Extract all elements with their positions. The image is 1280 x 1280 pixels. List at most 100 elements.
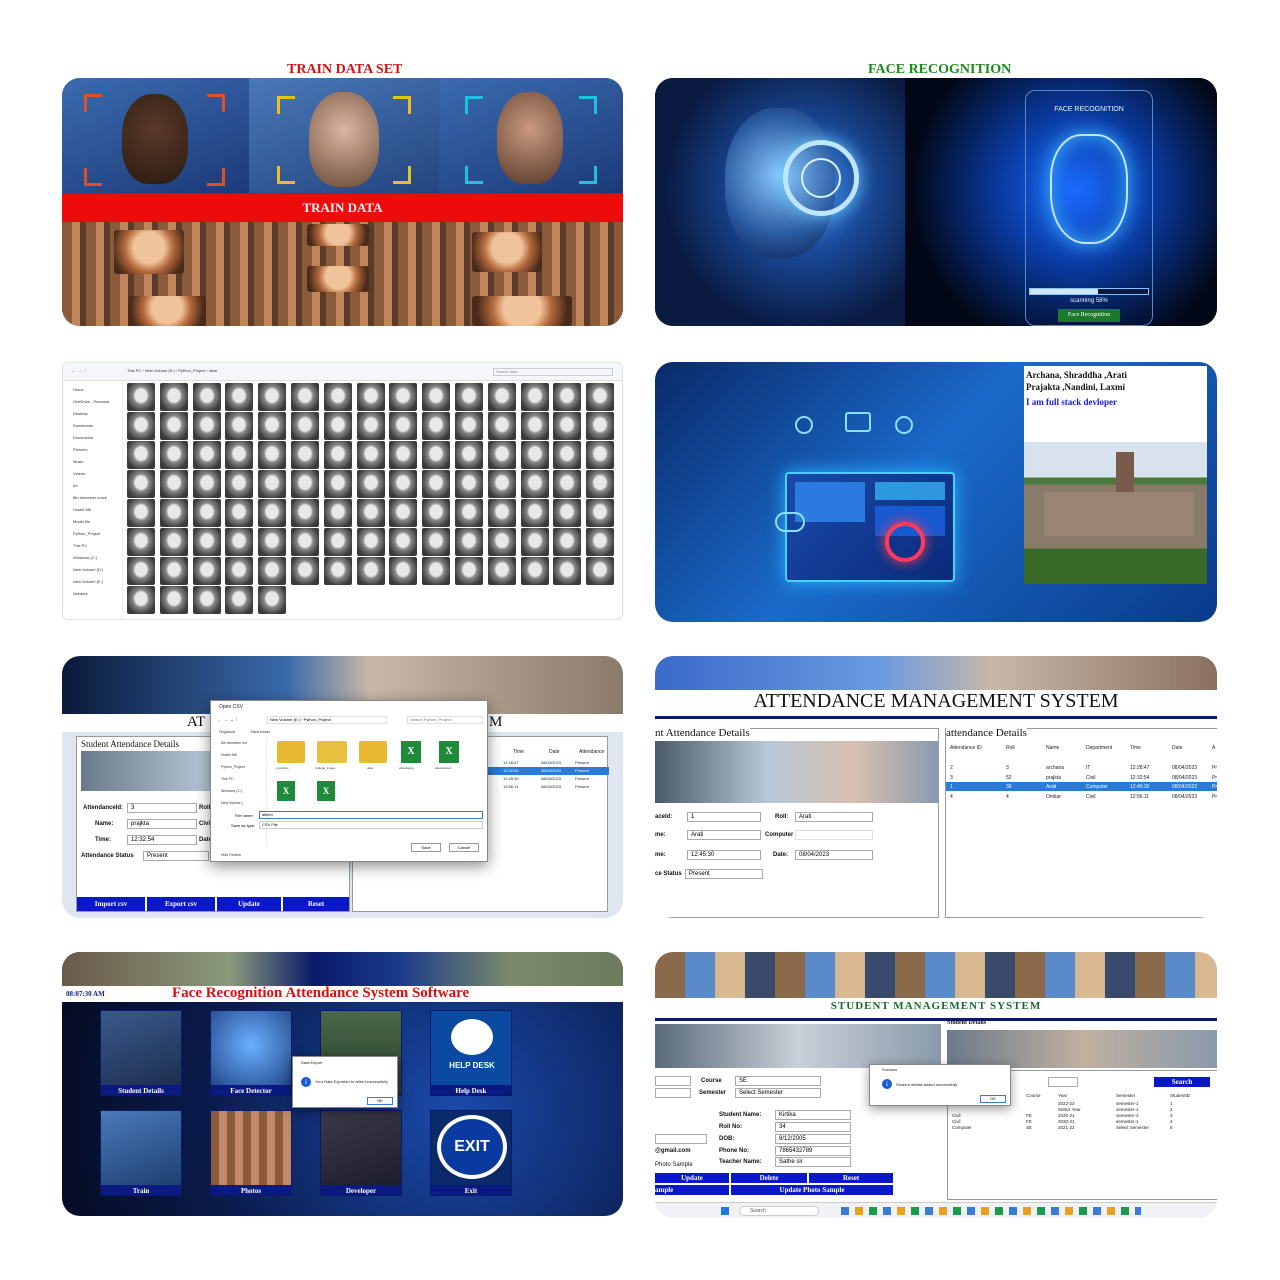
sidebar-item[interactable]: Downloads [73, 423, 93, 428]
face-thumbnail[interactable] [422, 557, 451, 585]
face-thumbnail[interactable] [225, 383, 254, 411]
dialog-sidebar-item[interactable]: Windows (C:) [221, 789, 242, 793]
excel-file-icon[interactable]: X [439, 741, 459, 763]
sidebar-item[interactable]: Hostel Mb [73, 507, 91, 512]
face-thumbnail[interactable] [291, 412, 319, 440]
face-thumbnail[interactable] [127, 441, 155, 469]
face-thumbnail[interactable] [323, 557, 352, 585]
dialog-search-input[interactable]: Search Python_Project [407, 716, 483, 724]
year-select[interactable] [655, 1088, 691, 1098]
face-thumbnail[interactable] [291, 528, 319, 556]
gender-field[interactable] [655, 1134, 707, 1144]
face-thumbnail[interactable] [553, 499, 582, 527]
excel-file-icon[interactable]: X [317, 781, 335, 801]
exit-tile[interactable]: EXIT Exit [430, 1110, 512, 1196]
face-thumbnail[interactable] [225, 557, 254, 585]
face-thumbnail[interactable] [389, 470, 418, 498]
face-thumbnail[interactable] [553, 441, 582, 469]
face-thumbnail[interactable] [586, 470, 615, 498]
dob-field[interactable]: 8/12/2005 [775, 1134, 851, 1144]
attendance-id-field[interactable]: 3 [127, 803, 197, 813]
face-thumbnail[interactable] [389, 412, 418, 440]
face-thumbnail[interactable] [258, 499, 287, 527]
face-thumbnail[interactable] [258, 586, 287, 614]
face-thumbnail[interactable] [553, 383, 582, 411]
sidebar-item[interactable]: Videos [73, 471, 85, 476]
face-thumbnail[interactable] [487, 383, 516, 411]
folder-icon[interactable] [359, 741, 387, 763]
column-header[interactable]: Attendance ID [950, 745, 982, 751]
column-header[interactable]: A [1212, 745, 1215, 751]
face-thumbnail[interactable] [127, 528, 155, 556]
taskbar-search[interactable]: Search [739, 1206, 819, 1216]
student-details-tile[interactable]: Student Details [100, 1010, 182, 1096]
face-thumbnail[interactable] [159, 586, 188, 614]
teacher-field[interactable]: Sathe sir [775, 1157, 851, 1167]
face-thumbnail[interactable] [291, 441, 319, 469]
department-field[interactable] [795, 830, 873, 840]
face-thumbnail[interactable] [127, 499, 155, 527]
dialog-sidebar-item[interactable]: Python_Project [221, 765, 245, 769]
column-header[interactable]: Roll [1006, 745, 1015, 751]
face-thumbnail[interactable] [323, 383, 352, 411]
face-thumbnail[interactable] [520, 557, 549, 585]
column-header[interactable]: Semester [1116, 1093, 1135, 1098]
export-csv-button[interactable]: Export csv [147, 897, 215, 911]
delete-button[interactable]: Delete [731, 1173, 807, 1183]
face-thumbnail[interactable] [258, 441, 287, 469]
face-thumbnail[interactable] [389, 557, 418, 585]
face-thumbnail[interactable] [389, 383, 418, 411]
status-select[interactable]: Present [143, 851, 209, 861]
face-thumbnail[interactable] [586, 441, 615, 469]
sidebar-item[interactable]: Home [73, 387, 84, 392]
face-thumbnail[interactable] [291, 470, 319, 498]
face-thumbnail[interactable] [520, 499, 549, 527]
face-thumbnail[interactable] [520, 383, 549, 411]
face-thumbnail[interactable] [127, 586, 155, 614]
face-thumbnail[interactable] [553, 528, 582, 556]
update-button[interactable]: Update [655, 1173, 729, 1183]
update-button[interactable]: Update [217, 897, 281, 911]
face-thumbnail[interactable] [225, 412, 254, 440]
name-field[interactable]: prajkta [127, 819, 197, 829]
face-thumbnail[interactable] [520, 412, 549, 440]
face-thumbnail[interactable] [323, 441, 352, 469]
face-detector-tile[interactable]: Face Detector [210, 1010, 292, 1096]
face-thumbnail[interactable] [422, 441, 451, 469]
sidebar-item[interactable]: New Volume (E:) [73, 579, 103, 584]
save-type-select[interactable]: CSV File [259, 821, 483, 829]
developer-tile[interactable]: Developer [320, 1110, 402, 1196]
face-thumbnail[interactable] [192, 557, 221, 585]
search-button[interactable]: Search [1154, 1077, 1210, 1087]
train-tile[interactable]: Train [100, 1110, 182, 1196]
face-thumbnail[interactable] [225, 441, 254, 469]
face-thumbnail[interactable] [127, 383, 155, 411]
sidebar-item[interactable]: Desktop [73, 411, 88, 416]
table-row[interactable]: Computer SE 2021-22 Select Semester 5 [948, 1125, 1217, 1131]
face-thumbnail[interactable] [258, 557, 287, 585]
face-thumbnail[interactable] [323, 528, 352, 556]
face-thumbnail[interactable] [455, 557, 483, 585]
help-desk-tile[interactable]: HELP DESK Help Desk [430, 1010, 512, 1096]
sidebar-item[interactable]: 6th semester mock [73, 495, 107, 500]
update-photo-sample-button[interactable]: Update Photo Sample [731, 1185, 893, 1195]
face-thumbnail[interactable] [422, 383, 451, 411]
face-thumbnail[interactable] [487, 557, 516, 585]
face-thumbnail[interactable] [586, 383, 615, 411]
table-row[interactable]: 1 36 Arati Computer 12:45:30 08/04/2023 Pre [946, 782, 1217, 791]
taskbar-app-icons[interactable] [841, 1207, 1141, 1215]
face-thumbnail[interactable] [291, 383, 319, 411]
face-thumbnail[interactable] [159, 441, 188, 469]
breadcrumb[interactable]: This PC › New Volume (E:) › Python_Proje… [127, 368, 217, 373]
department-select[interactable] [655, 1076, 691, 1086]
column-header[interactable]: Time [1130, 745, 1141, 751]
face-thumbnail[interactable] [487, 441, 516, 469]
face-thumbnail[interactable] [356, 528, 385, 556]
face-thumbnail[interactable] [586, 557, 615, 585]
face-thumbnail[interactable] [586, 528, 615, 556]
face-thumbnail[interactable] [159, 557, 188, 585]
sidebar-item[interactable]: New Volume (D:) [73, 567, 103, 572]
face-thumbnail[interactable] [192, 470, 221, 498]
new-folder-button[interactable]: New folder [251, 729, 270, 734]
sidebar-item[interactable]: Model file [73, 519, 90, 524]
